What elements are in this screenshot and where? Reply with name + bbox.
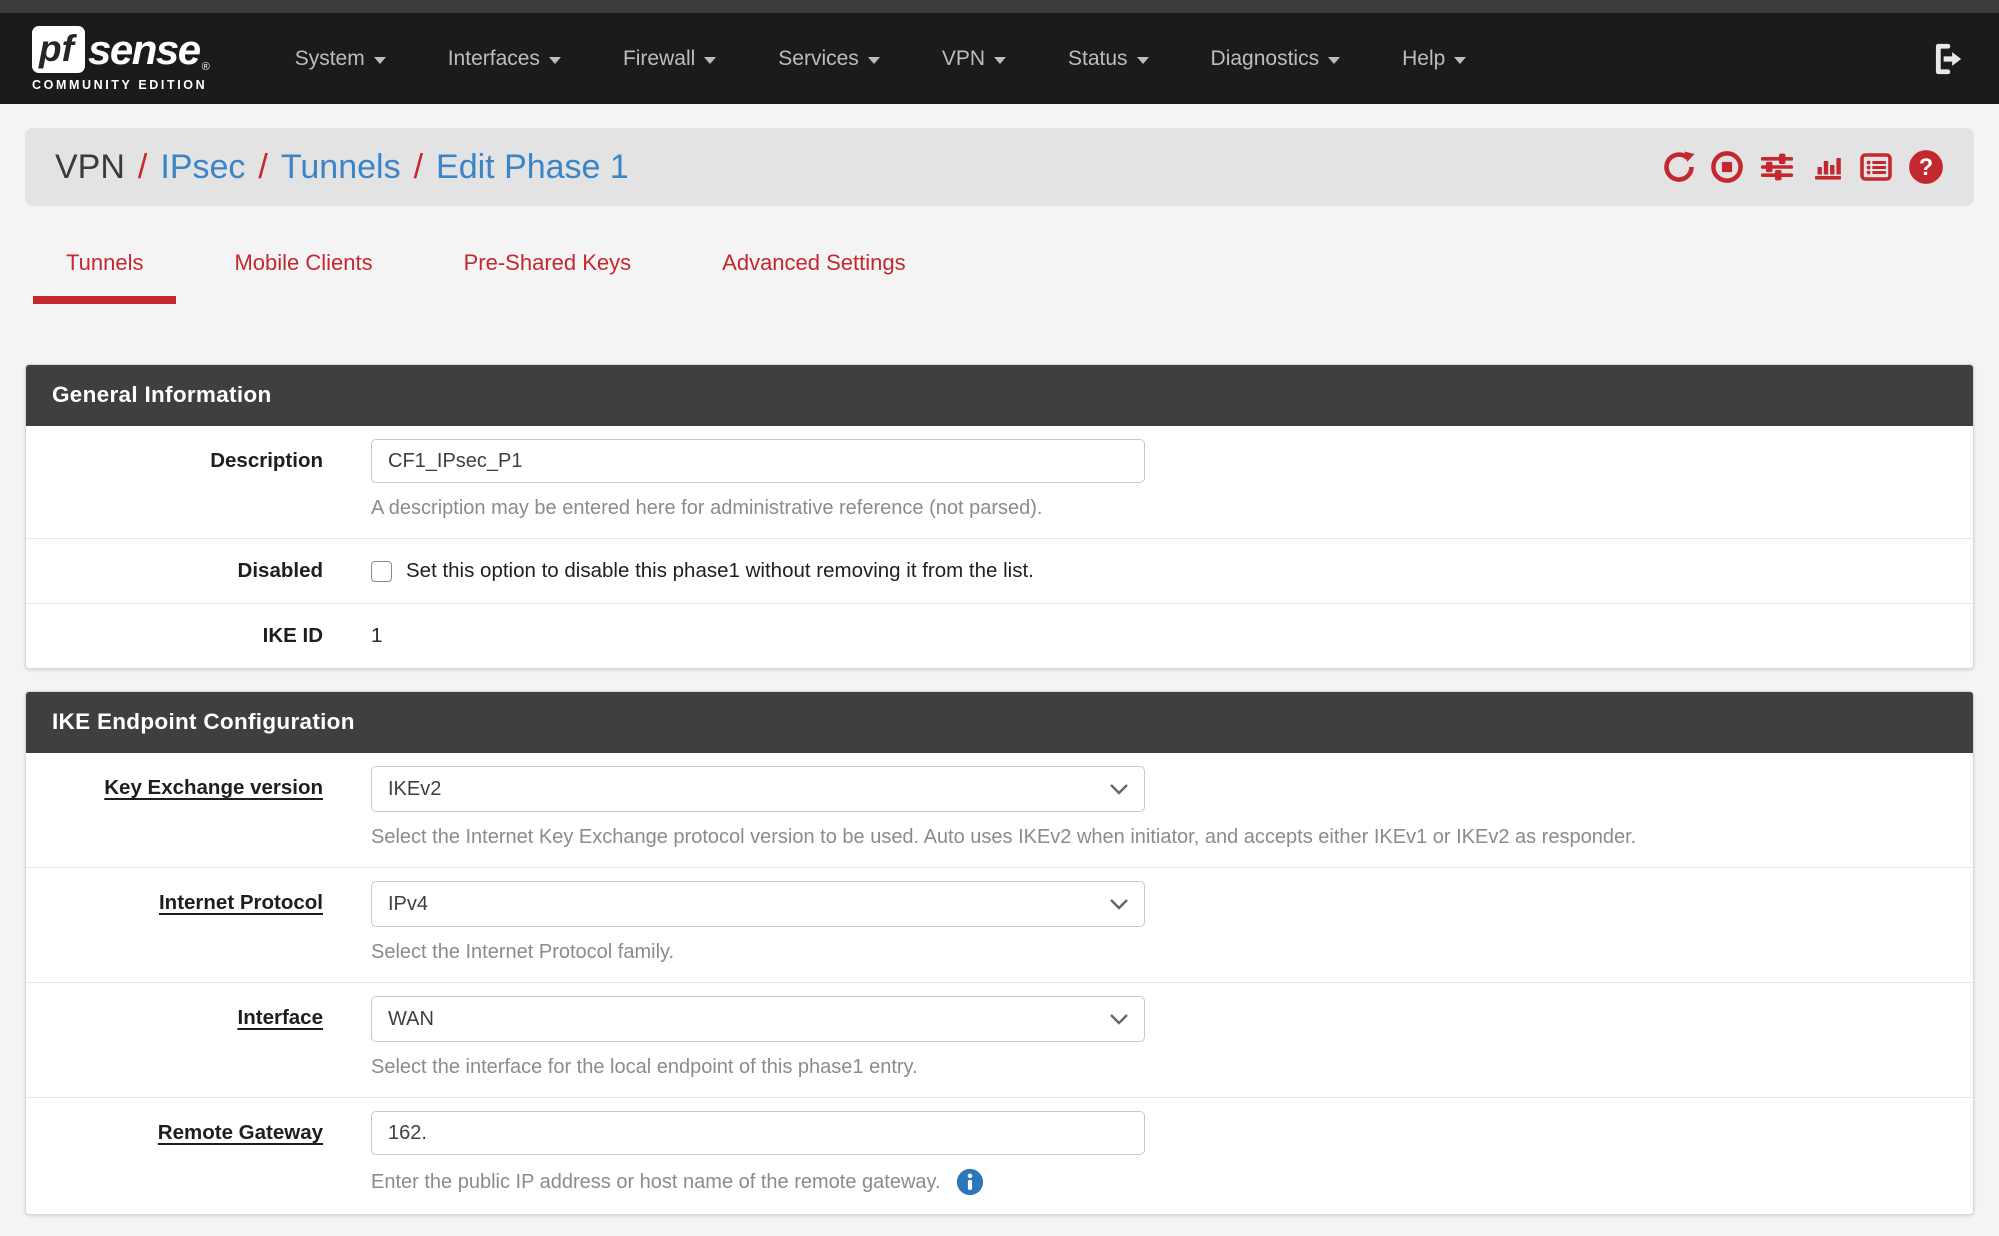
breadcrumb-separator: / [414,148,423,187]
internet-protocol-select[interactable]: IPv4 [371,881,1145,927]
help-text: Select the Internet Key Exchange protoco… [371,825,1636,849]
breadcrumb-vpn: VPN [55,148,125,187]
chevron-down-icon [704,57,716,64]
breadcrumb-trail: VPN / IPsec / Tunnels / Edit Phase 1 [55,148,629,187]
help-text: Select the interface for the local endpo… [371,1055,918,1079]
checkbox-row: Set this option to disable this phase1 w… [371,559,1973,583]
ike-rows: Key Exchange version IKEv2 Select the Inte… [26,753,1973,1214]
info-icon[interactable] [956,1168,984,1196]
nav-item-label: Services [778,47,859,71]
chevron-down-icon [1137,57,1149,64]
help-text-row: Select the Internet Key Exchange protoco… [371,825,1973,849]
section-title-general: General Information [26,365,1973,426]
tab-bar: Tunnels Mobile Clients Pre-Shared Keys Adva… [25,250,1974,304]
interface-select[interactable]: WAN [371,996,1145,1042]
nav-item-services[interactable]: Services [747,13,911,104]
nav-item-firewall[interactable]: Firewall [592,13,747,104]
tab-pre-shared-keys[interactable]: Pre-Shared Keys [431,250,665,304]
registered-mark: ® [202,61,210,73]
form-row-key-exchange-version: Key Exchange version IKEv2 Select the Inte… [26,753,1973,868]
nav-item-help[interactable]: Help [1371,13,1497,104]
breadcrumb-separator: / [258,148,267,187]
help-text: Select the Internet Protocol family. [371,940,674,964]
help-text-row: Enter the public IP address or host name… [371,1168,1973,1196]
svg-text:?: ? [1919,155,1933,181]
nav-item-system[interactable]: System [264,13,417,104]
nav-item-label: Interfaces [448,47,540,71]
window-top-strip [0,0,1999,13]
ike-id-value: 1 [371,624,1973,648]
log-list-icon[interactable] [1859,151,1893,183]
bar-chart-icon[interactable] [1810,151,1844,183]
form-row-internet-protocol: Internet Protocol IPv4 Select the Internet… [26,868,1973,983]
form-row-ike-id: IKE ID 1 [26,604,1973,668]
chevron-down-icon [994,57,1006,64]
brand-name: sense [88,26,200,73]
nav-item-label: VPN [942,47,985,71]
chevron-down-icon [1454,57,1466,64]
nav-item-label: Help [1402,47,1445,71]
help-text-row: Select the interface for the local endpo… [371,1055,1973,1079]
stop-circle-icon[interactable] [1710,150,1744,184]
nav-item-status[interactable]: Status [1037,13,1180,104]
general-rows: Description A description may be entered … [26,426,1973,668]
key-exchange-version-select[interactable]: IKEv2 [371,766,1145,812]
section-ike-endpoint-configuration: IKE Endpoint Configuration Key Exchange … [25,691,1974,1215]
nav-item-label: Diagnostics [1211,47,1320,71]
sign-out-icon[interactable] [1933,42,1967,76]
brand-lockup: pf sense ® [32,26,210,73]
help-text: A description may be entered here for ad… [371,496,1042,520]
pfsense-logo[interactable]: pf sense ® COMMUNITY EDITION [32,26,210,92]
tab-mobile-clients[interactable]: Mobile Clients [201,250,405,304]
remote-gateway-label[interactable]: Remote Gateway [158,1121,323,1144]
interface-label[interactable]: Interface [238,1006,323,1029]
chevron-down-icon [1328,57,1340,64]
nav-item-label: Firewall [623,47,695,71]
tab-tunnels[interactable]: Tunnels [33,250,176,304]
refresh-icon[interactable] [1663,151,1695,183]
nav-item-label: Status [1068,47,1128,71]
section-title-ike: IKE Endpoint Configuration [26,692,1973,753]
breadcrumb-bar: VPN / IPsec / Tunnels / Edit Phase 1 [25,128,1974,206]
form-row-remote-gateway: Remote Gateway Enter the public IP addres… [26,1098,1973,1214]
chevron-down-icon [868,57,880,64]
disabled-checkbox[interactable] [371,561,392,582]
nav-item-diagnostics[interactable]: Diagnostics [1180,13,1372,104]
breadcrumb-separator: / [138,148,147,187]
description-label: Description [210,449,323,472]
form-row-description: Description A description may be entered … [26,426,1973,539]
form-row-disabled: Disabled Set this option to disable this … [26,539,1973,604]
remote-gateway-input[interactable] [371,1111,1145,1155]
help-text: Enter the public IP address or host name… [371,1170,941,1194]
help-text-row: Select the Internet Protocol family. [371,940,1973,964]
tab-advanced-settings[interactable]: Advanced Settings [689,250,938,304]
disabled-label: Disabled [238,559,323,582]
description-input[interactable] [371,439,1145,483]
header-action-icons: ? [1663,149,1944,185]
breadcrumb-tunnels[interactable]: Tunnels [281,148,401,187]
breadcrumb-edit-phase-1[interactable]: Edit Phase 1 [436,148,629,187]
internet-protocol-label[interactable]: Internet Protocol [159,891,323,914]
ike-id-label: IKE ID [263,624,323,647]
brand-edition-label: COMMUNITY EDITION [32,78,210,92]
chevron-down-icon [374,57,386,64]
nav-menu: System Interfaces Firewall Services VPN Statu… [264,13,1498,104]
section-general-information: General Information Description A descrip… [25,364,1974,669]
nav-item-label: System [295,47,365,71]
help-text-row: A description may be entered here for ad… [371,496,1973,520]
nav-item-interfaces[interactable]: Interfaces [417,13,592,104]
form-row-interface: Interface WAN Select the interface for the… [26,983,1973,1098]
breadcrumb-ipsec[interactable]: IPsec [160,148,245,187]
page-content: General Information Description A descrip… [0,364,1999,1215]
key-exchange-version-label[interactable]: Key Exchange version [104,776,323,799]
top-navbar: pf sense ® COMMUNITY EDITION System Inter… [0,13,1999,104]
chevron-down-icon [549,57,561,64]
nav-item-vpn[interactable]: VPN [911,13,1037,104]
checkbox-label: Set this option to disable this phase1 w… [406,559,1034,583]
pf-logo-tile-icon: pf [32,26,85,73]
sliders-icon[interactable] [1759,151,1795,183]
help-circle-icon[interactable]: ? [1908,149,1944,185]
